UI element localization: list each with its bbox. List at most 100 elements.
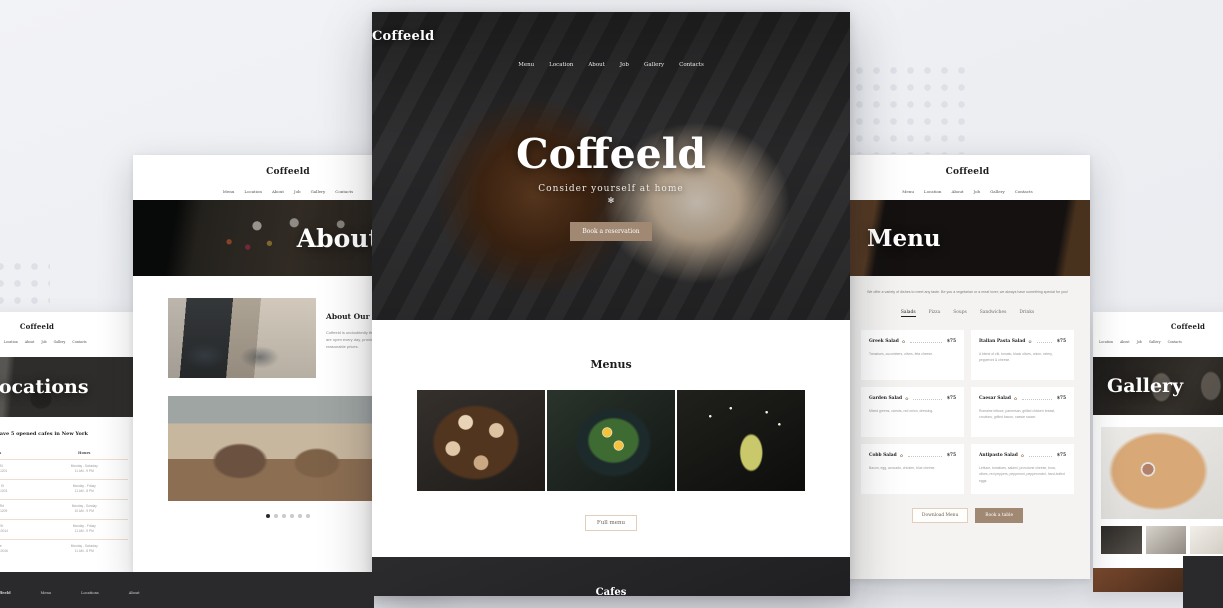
nav-item-job[interactable]: Job (1137, 340, 1142, 344)
menu-tab-pizza[interactable]: Pizza (929, 310, 941, 317)
nav-item-gallery[interactable]: Gallery (644, 62, 664, 68)
menu-item-name: Caesar Salad (979, 395, 1011, 401)
menu-logo[interactable]: Coffeeld (845, 155, 1090, 177)
cell-address: 765 3rd AveNew York, NY 10016 (0, 538, 41, 559)
cell-address: 11 Leonard StNew York, NY 10014 (0, 518, 41, 539)
menu-item-card[interactable]: Greek Salad ✿ $75 Tomatoes, cucumbers, oliv… (861, 329, 964, 380)
menu-tab-soups[interactable]: Soups (953, 310, 967, 317)
menu-category-tabs[interactable]: Salads Pizza Soups Sandwiches Drinks (845, 310, 1090, 317)
nav-item-gallery[interactable]: Gallery (54, 340, 66, 344)
menu-hero: Menu (845, 200, 1090, 276)
iced-drink-jar-photo[interactable] (677, 390, 805, 491)
gallery-photo[interactable] (1093, 568, 1186, 592)
footer-item-about[interactable]: About (129, 591, 140, 595)
carousel-dot[interactable] (274, 514, 278, 518)
gallery-logo[interactable]: Coffeeld (1093, 312, 1223, 331)
carousel-dot[interactable] (282, 514, 286, 518)
nav-item-gallery[interactable]: Gallery (1149, 340, 1161, 344)
nav-item-location[interactable]: Location (549, 62, 573, 68)
home-page-mockup[interactable]: Coffeeld Menu Location About Job Gallery… (372, 12, 850, 596)
leaf-icon: ✿ (901, 338, 906, 344)
locations-heading: We have 5 opened cafes in New York (0, 431, 88, 437)
gallery-thumbnail[interactable] (1190, 526, 1223, 554)
table-row: 765 3rd AveNew York, NY 10016Monday - Sa… (0, 538, 128, 559)
nav-item-location[interactable]: Location (1099, 340, 1113, 344)
menu-site-header: Coffeeld Menu Location About Job Gallery… (845, 155, 1090, 200)
nav-item-job[interactable]: Job (41, 340, 46, 344)
carousel-dot[interactable] (298, 514, 302, 518)
nav-item-location[interactable]: Location (4, 340, 18, 344)
menu-tab-drinks[interactable]: Drinks (1019, 310, 1034, 317)
nav-item-about[interactable]: About (588, 62, 605, 68)
footer-item-menu[interactable]: Menu (41, 591, 51, 595)
locations-page-mockup[interactable]: Coffeeld Menu Location About Job Gallery… (0, 312, 136, 592)
menu-item-card[interactable]: Cobb Salad ✿ $75 Bacon, egg, avocado, chick… (861, 443, 964, 494)
locations-table: Address Hours 351 Essex StBrooklyn, NY 1… (0, 447, 128, 559)
nav-item-location[interactable]: Location (244, 189, 262, 194)
nav-item-job[interactable]: Job (620, 62, 629, 68)
avocado-egg-toast-photo[interactable] (547, 390, 675, 491)
menu-item-description: Romaine lettuce, parmesan, grilled chick… (979, 408, 1056, 420)
menu-item-card[interactable]: Antipasto Salad ✿ $75 Lettuce, tomatoes, sa… (971, 443, 1074, 494)
menu-nav[interactable]: Menu Location About Job Gallery Contacts (845, 189, 1090, 194)
menu-tab-salads[interactable]: Salads (900, 310, 916, 317)
nav-item-gallery[interactable]: Gallery (990, 189, 1005, 194)
dotted-leader (908, 453, 942, 458)
latte-art-cups-photo[interactable] (417, 390, 545, 491)
full-menu-button[interactable]: Full menu (584, 515, 638, 531)
menu-item-description: Lettuce, tomatoes, salami, provolone che… (979, 465, 1065, 483)
nav-item-contacts[interactable]: Contacts (1168, 340, 1182, 344)
menu-item-card[interactable]: Caesar Salad ✿ $75 Romaine lettuce, parmesa… (971, 386, 1074, 437)
nav-item-about[interactable]: About (951, 189, 963, 194)
menu-tab-sandwiches[interactable]: Sandwiches (980, 310, 1007, 317)
nav-item-menu[interactable]: Menu (902, 189, 914, 194)
gallery-thumbnail[interactable] (1101, 526, 1142, 554)
menu-item-card[interactable]: Garden Salad ✿ $75 Mixed greens, carrots, r… (861, 386, 964, 437)
gallery-hero: Gallery (1093, 357, 1223, 415)
nav-item-about[interactable]: About (25, 340, 35, 344)
menu-item-description: Bacon, egg, avocado, chicken, blue chees… (869, 465, 936, 470)
nav-item-job[interactable]: Job (974, 189, 981, 194)
menu-item-card[interactable]: Italian Pasta Salad ✿ $75 A blend of ziti, … (971, 329, 1074, 380)
footer-item-locations[interactable]: Locations (81, 591, 99, 595)
table-row: 351 Essex StBrooklyn, NY 11201Monday - S… (0, 459, 128, 480)
menu-item-name: Cobb Salad (869, 452, 897, 458)
home-nav[interactable]: Menu Location About Job Gallery Contacts (372, 62, 850, 68)
nav-item-location[interactable]: Location (924, 189, 942, 194)
nav-item-contacts[interactable]: Contacts (679, 62, 704, 68)
nav-item-contacts[interactable]: Contacts (72, 340, 86, 344)
locations-logo[interactable]: Coffeeld (0, 312, 136, 331)
gallery-page-mockup[interactable]: Coffeeld Location About Job Gallery Cont… (1093, 312, 1223, 592)
gallery-featured-photo[interactable] (1101, 427, 1223, 519)
menu-intro-text: We offer a variety of dishes to meet any… (867, 290, 1068, 294)
home-header: Coffeeld Menu Location About Job Gallery… (372, 12, 850, 68)
carousel-dot[interactable] (306, 514, 310, 518)
footer-nav[interactable]: Coffeeld Menu Locations About (0, 572, 374, 608)
gallery-thumbnail-strip (1101, 526, 1223, 554)
nav-item-contacts[interactable]: Contacts (335, 189, 353, 194)
nav-item-about[interactable]: About (1120, 340, 1130, 344)
decorative-dot-grid-left (0, 258, 50, 318)
nav-item-about[interactable]: About (272, 189, 284, 194)
nav-item-job[interactable]: Job (294, 189, 301, 194)
menu-page-mockup[interactable]: Coffeeld Menu Location About Job Gallery… (845, 155, 1090, 579)
gallery-nav[interactable]: Location About Job Gallery Contacts (1093, 340, 1223, 344)
menus-thumbnail-row (372, 390, 850, 491)
locations-nav[interactable]: Menu Location About Job Gallery Contacts (0, 340, 136, 344)
footer-logo[interactable]: Coffeeld (0, 591, 11, 595)
menu-item-name: Garden Salad (869, 395, 903, 401)
nav-item-menu[interactable]: Menu (518, 62, 534, 68)
column-header-address: Address (0, 447, 40, 460)
nav-item-menu[interactable]: Menu (223, 189, 235, 194)
book-table-button[interactable]: Book a table (975, 507, 1024, 523)
carousel-dot[interactable] (266, 514, 270, 518)
book-reservation-button[interactable]: Book a reservation (570, 222, 652, 241)
home-hero: Coffeeld Menu Location About Job Gallery… (372, 12, 850, 320)
download-menu-button[interactable]: Download Menu (911, 507, 969, 523)
carousel-dot[interactable] (290, 514, 294, 518)
home-logo[interactable]: Coffeeld (372, 29, 850, 44)
gallery-thumbnail[interactable] (1145, 526, 1186, 554)
nav-item-gallery[interactable]: Gallery (311, 189, 326, 194)
full-menu-cta-wrap: Full menu (372, 511, 850, 531)
nav-item-contacts[interactable]: Contacts (1015, 189, 1033, 194)
